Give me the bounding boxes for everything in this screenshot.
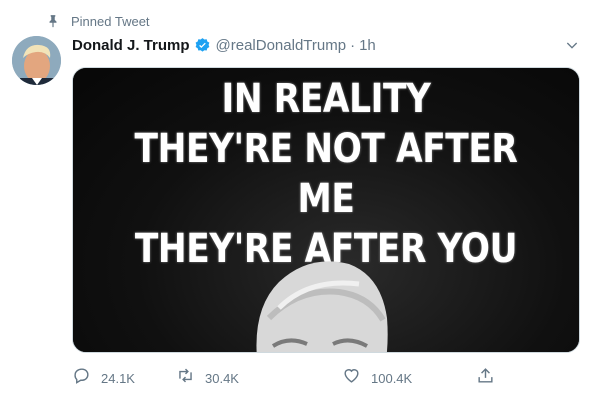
reply-button[interactable]: 24.1K <box>72 366 135 390</box>
verified-icon <box>194 37 211 54</box>
media-line-2: THEY'RE NOT AFTER ME <box>134 126 518 222</box>
retweet-count: 30.4K <box>205 370 239 386</box>
pinned-tweet[interactable]: Pinned Tweet Donald J. Trump @realDonald… <box>0 0 593 400</box>
chevron-down-icon <box>564 37 580 58</box>
author-handle[interactable]: @realDonaldTrump <box>216 37 347 54</box>
retweet-icon <box>176 366 195 390</box>
pin-icon <box>44 12 62 30</box>
share-icon <box>476 366 495 390</box>
heart-icon <box>342 366 361 390</box>
like-count: 100.4K <box>371 370 413 386</box>
share-button[interactable] <box>476 366 495 390</box>
reply-count: 24.1K <box>101 370 135 386</box>
pinned-label: Pinned Tweet <box>71 13 150 29</box>
tweet-header: Donald J. Trump @realDonaldTrump · 1h <box>72 35 376 55</box>
avatar[interactable] <box>12 36 61 85</box>
like-button[interactable]: 100.4K <box>342 366 412 390</box>
pinned-indicator: Pinned Tweet <box>44 11 150 31</box>
more-options-caret[interactable] <box>562 37 582 57</box>
media-caption: IN REALITY THEY'RE NOT AFTER ME THEY'RE … <box>108 74 543 274</box>
portrait-head <box>256 261 388 352</box>
separator-dot: · <box>350 36 356 54</box>
media-line-1: IN REALITY <box>221 76 431 122</box>
retweet-button[interactable]: 30.4K <box>176 366 239 390</box>
author-name[interactable]: Donald J. Trump <box>72 37 190 54</box>
tweet-media-image[interactable]: IN REALITY THEY'RE NOT AFTER ME THEY'RE … <box>72 67 580 353</box>
tweet-time[interactable]: 1h <box>359 37 376 54</box>
reply-icon <box>72 366 91 390</box>
tweet-actions: 24.1K 30.4K 100.4K <box>72 366 580 390</box>
